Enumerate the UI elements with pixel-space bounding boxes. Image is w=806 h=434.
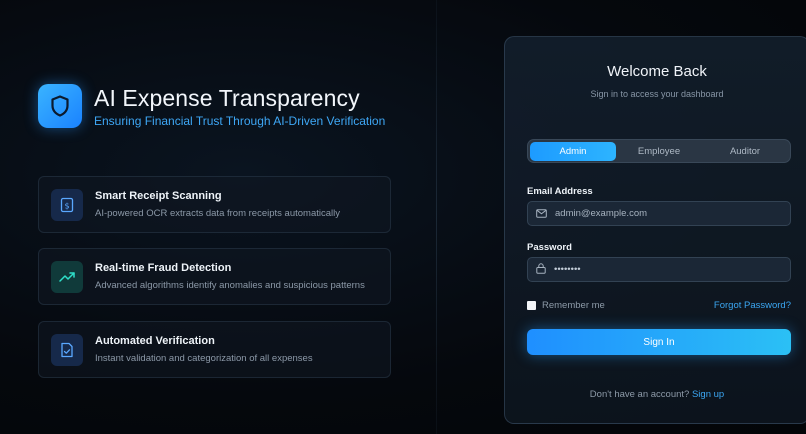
receipt-icon: $ <box>51 188 83 221</box>
feature-description: Advanced algorithms identify anomalies a… <box>95 280 365 291</box>
role-tab-employee[interactable]: Employee <box>616 142 702 161</box>
sign-up-link[interactable]: Sign up <box>692 389 724 400</box>
feature-card-fraud-detection: Real-time Fraud Detection Advanced algor… <box>38 248 391 305</box>
file-check-icon <box>51 333 83 366</box>
password-field[interactable] <box>527 257 791 282</box>
email-input[interactable] <box>555 208 775 219</box>
lock-icon <box>536 261 546 279</box>
sign-in-button[interactable]: Sign In <box>527 329 791 355</box>
signup-prompt: Don't have an account? <box>589 389 690 400</box>
feature-title: Real-time Fraud Detection <box>95 262 232 274</box>
brand-header: AI Expense Transparency Ensuring Financi… <box>38 84 385 128</box>
login-card: Welcome Back Sign in to access your dash… <box>504 36 806 424</box>
login-title: Welcome Back <box>607 63 707 80</box>
feature-title: Automated Verification <box>95 335 215 347</box>
app-tagline: Ensuring Financial Trust Through AI-Driv… <box>94 113 386 128</box>
svg-text:$: $ <box>64 201 69 210</box>
feature-title: Smart Receipt Scanning <box>95 190 222 202</box>
feature-card-automated-verification: Automated Verification Instant validatio… <box>38 321 391 378</box>
feature-card-receipt-scanning: $ Smart Receipt Scanning AI-powered OCR … <box>38 176 391 233</box>
mail-icon <box>536 205 547 223</box>
shield-icon <box>38 84 82 128</box>
email-label: Email Address <box>527 186 593 197</box>
password-label: Password <box>527 242 572 253</box>
remember-me: Remember me <box>527 300 605 311</box>
app-title: AI Expense Transparency <box>94 84 360 111</box>
remember-me-label[interactable]: Remember me <box>542 300 605 311</box>
email-field[interactable] <box>527 201 791 226</box>
feature-description: AI-powered OCR extracts data from receip… <box>95 208 340 219</box>
feature-description: Instant validation and categorization of… <box>95 353 313 364</box>
role-tab-admin[interactable]: Admin <box>530 141 616 161</box>
role-selector: Admin Employee Auditor <box>527 139 791 163</box>
remember-me-checkbox[interactable] <box>527 301 536 310</box>
password-input[interactable] <box>554 264 774 275</box>
forgot-password-link[interactable]: Forgot Password? <box>714 300 791 311</box>
vertical-divider <box>436 0 437 434</box>
signup-row: Don't have an account? Sign up <box>505 389 806 400</box>
trending-up-icon <box>51 260 83 293</box>
role-tab-auditor[interactable]: Auditor <box>702 142 788 161</box>
login-subtitle: Sign in to access your dashboard <box>590 89 724 99</box>
